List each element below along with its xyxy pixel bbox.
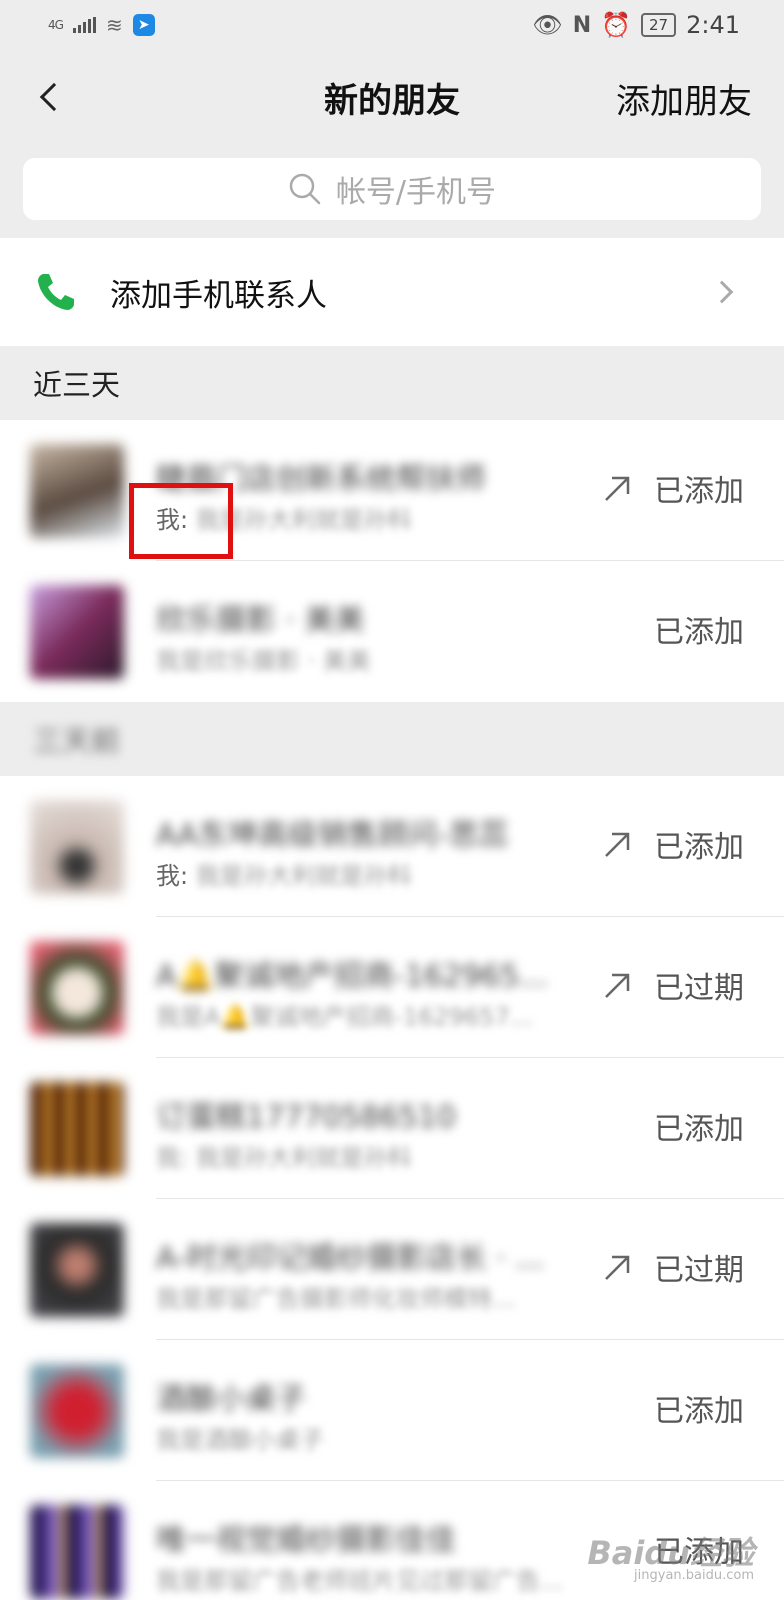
message-text: 我是欣乐摄影 · 美美 — [156, 647, 371, 675]
page-title: 新的朋友 — [324, 80, 460, 121]
navigation-bar: 新的朋友 添加朋友 — [0, 52, 784, 142]
friend-name: 睫眉门店创新系统帮扶师 — [156, 462, 486, 497]
friend-request-row[interactable]: A-时光印记婚纱摄影店长 · ... 我是那留广告摄影师化妆师模特... 已过期 — [0, 1199, 784, 1340]
network-type: 4G — [48, 18, 64, 32]
section-header-recent: 近三天 — [33, 368, 121, 402]
avatar — [30, 444, 124, 538]
friend-name: A-时光印记婚纱摄影店长 · ... — [156, 1241, 544, 1276]
message-text: 我是A🔔聚诚地产招商-1629657... — [156, 1003, 533, 1031]
friend-name: 订蛋糕17770586510 — [156, 1100, 456, 1135]
message-text: 我是孙大利就是孙科 — [195, 506, 412, 534]
friend-name: 酒酿小桌子 — [156, 1382, 306, 1417]
search-placeholder: 帐号/手机号 — [335, 175, 497, 210]
friend-message: 我是欣乐摄影 · 美美 — [156, 641, 371, 676]
avatar — [30, 1505, 124, 1599]
friend-request-row[interactable]: 订蛋糕17770586510 我: 我是孙大利就是孙科 已添加 — [0, 1058, 784, 1199]
clock: 2:41 — [686, 11, 740, 39]
friend-message: 我是A🔔聚诚地产招商-1629657... — [156, 997, 533, 1032]
message-text: 我: 我是孙大利就是孙科 — [156, 1144, 412, 1172]
message-prefix: 我: — [156, 862, 189, 890]
status-bar: 4G ≋ ➤ 👁 N ⏰ 27 2:41 — [0, 0, 784, 50]
avatar — [30, 1223, 124, 1317]
status-label: 已添加 — [654, 615, 744, 650]
add-phone-contacts-item[interactable]: 添加手机联系人 — [0, 238, 784, 346]
friend-message: 我是那留广告摄影师化妆师模特... — [156, 1279, 515, 1314]
back-button[interactable] — [22, 70, 76, 124]
friend-request-row[interactable]: AA东坤高级销售顾问-思蕊 我: 我是孙大利就是孙科 已添加 — [0, 776, 784, 917]
friend-message: 我: 我是孙大利就是孙科 — [156, 500, 412, 535]
avatar — [30, 585, 124, 679]
avatar — [30, 800, 124, 894]
add-friend-button[interactable]: 添加朋友 — [616, 74, 752, 123]
eye-icon: 👁 — [532, 11, 563, 39]
phone-icon — [38, 274, 74, 310]
section-header-older: 三天前 — [0, 702, 784, 776]
friend-request-row[interactable]: A🔔聚诚地产招商-162965... 我是A🔔聚诚地产招商-1629657...… — [0, 917, 784, 1058]
friend-request-row[interactable]: 睫眉门店创新系统帮扶师 我: 我是孙大利就是孙科 已添加 — [0, 420, 784, 561]
friend-request-row[interactable]: 欣乐摄影 · 美美 我是欣乐摄影 · 美美 已添加 — [0, 561, 784, 702]
friend-name: 唯一视觉婚纱摄影佳佳 — [156, 1523, 456, 1558]
friend-name: AA东坤高级销售顾问-思蕊 — [156, 818, 509, 853]
signal-icon — [72, 17, 96, 33]
chevron-left-icon — [39, 82, 69, 112]
message-text: 我是孙大利就是孙科 — [195, 862, 412, 890]
add-phone-contacts-label: 添加手机联系人 — [110, 277, 327, 314]
friend-message: 我是那留广告老师班片见过那留广告... — [156, 1561, 563, 1596]
app-notification-icon: ➤ — [132, 14, 155, 36]
arrow-up-right-icon — [605, 832, 630, 857]
status-label: 已添加 — [654, 830, 744, 865]
status-label: 已添加 — [654, 1112, 744, 1147]
section-header-text: 三天前 — [33, 724, 121, 758]
friend-message: 我是酒酿小桌子 — [156, 1420, 324, 1455]
chevron-right-icon — [710, 280, 734, 304]
nfc-icon: N — [572, 12, 592, 38]
friend-message: 我: 我是孙大利就是孙科 — [156, 1138, 412, 1173]
watermark: Baidu经验 jingyan.baidu.com — [587, 1537, 754, 1582]
search-icon — [289, 173, 321, 205]
message-text: 我是那留广告老师班片见过那留广告... — [156, 1567, 563, 1595]
status-label: 已过期 — [654, 1253, 744, 1288]
search-input[interactable]: 帐号/手机号 — [23, 158, 761, 220]
arrow-up-right-icon — [605, 973, 630, 998]
status-label: 已添加 — [654, 474, 744, 509]
avatar — [30, 1364, 124, 1458]
friend-request-row[interactable]: 酒酿小桌子 我是酒酿小桌子 已添加 — [0, 1340, 784, 1481]
wifi-icon: ≋ — [105, 13, 123, 37]
friend-name: 欣乐摄影 · 美美 — [156, 603, 365, 638]
arrow-up-right-icon — [605, 476, 630, 501]
battery-icon: 27 — [641, 13, 677, 37]
avatar — [30, 1082, 124, 1176]
friend-message: 我: 我是孙大利就是孙科 — [156, 856, 412, 891]
status-label: 已添加 — [654, 1394, 744, 1429]
alarm-icon: ⏰ — [601, 11, 631, 39]
friend-name: A🔔聚诚地产招商-162965... — [156, 959, 548, 994]
message-text: 我是酒酿小桌子 — [156, 1426, 324, 1454]
avatar — [30, 941, 124, 1035]
status-label: 已过期 — [654, 971, 744, 1006]
message-prefix: 我: — [156, 506, 189, 534]
arrow-up-right-icon — [605, 1255, 630, 1280]
watermark-brand: Baidu经验 — [587, 1534, 754, 1572]
message-text: 我是那留广告摄影师化妆师模特... — [156, 1285, 515, 1313]
